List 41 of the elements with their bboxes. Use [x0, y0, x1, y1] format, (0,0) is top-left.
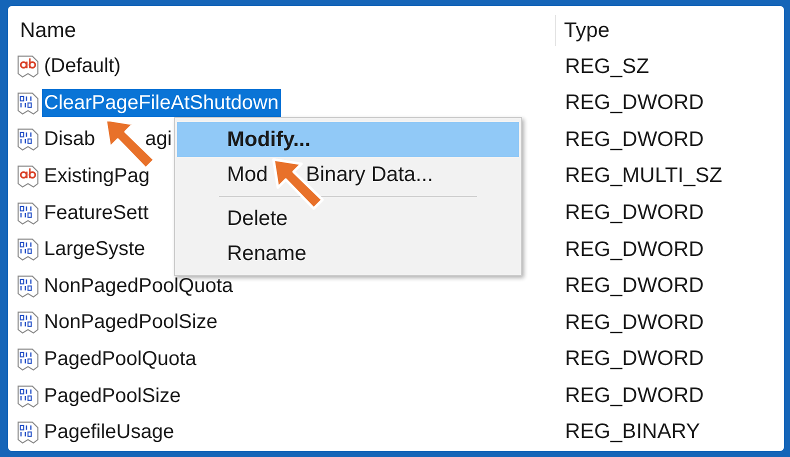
string-value-icon [16, 164, 40, 188]
binary-value-icon [16, 237, 40, 262]
column-header[interactable]: Type [556, 14, 610, 46]
binary-value-icon [16, 200, 40, 225]
value-name[interactable]: Disab [42, 125, 98, 154]
column-header[interactable]: Name [8, 14, 556, 46]
binary-value-icon [16, 347, 40, 372]
value-type: REG_DWORD [564, 126, 704, 153]
binary-value-icon [16, 420, 40, 444]
menu-item[interactable]: Mod [227, 158, 268, 190]
binary-value-icon [16, 384, 40, 408]
menu-item[interactable]: Binary Data... [306, 158, 434, 190]
value-type: REG_DWORD [564, 90, 704, 116]
value-name[interactable]: ExistingPag [42, 162, 152, 190]
value-type: REG_DWORD [564, 236, 704, 263]
value-type: REG_SZ [564, 54, 650, 80]
binary-value-icon [16, 310, 40, 334]
value-name[interactable]: NonPagedPoolQuota [42, 272, 236, 300]
value-type: REG_BINARY [564, 419, 700, 446]
binary-value-icon [16, 127, 40, 152]
value-type: REG_MULTI_SZ [564, 163, 722, 190]
value-name[interactable]: ClearPageFileAtShutdown [42, 88, 281, 117]
menu-item[interactable]: Rename [177, 236, 519, 271]
value-name[interactable]: PagedPoolQuota [42, 345, 198, 374]
value-name[interactable]: LargeSyste [42, 235, 148, 264]
value-name[interactable]: agi [145, 125, 172, 154]
value-type: REG_DWORD [564, 346, 704, 372]
binary-value-icon [16, 90, 40, 115]
value-type: REG_DWORD [564, 310, 704, 336]
value-name[interactable]: PagedPoolSize [42, 382, 183, 410]
value-type: REG_DWORD [564, 382, 704, 409]
value-name[interactable]: FeatureSett [42, 198, 151, 227]
menu-item[interactable]: Delete [177, 201, 519, 236]
value-name[interactable]: (Default) [42, 52, 123, 80]
value-name[interactable]: NonPagedPoolSize [42, 308, 220, 336]
value-type: REG_DWORD [564, 200, 704, 226]
string-value-icon [16, 54, 40, 78]
value-type: REG_DWORD [564, 273, 704, 300]
binary-value-icon [16, 274, 40, 298]
menu-item[interactable]: Modify... [177, 122, 519, 157]
value-name[interactable]: PagefileUsage [42, 418, 176, 446]
